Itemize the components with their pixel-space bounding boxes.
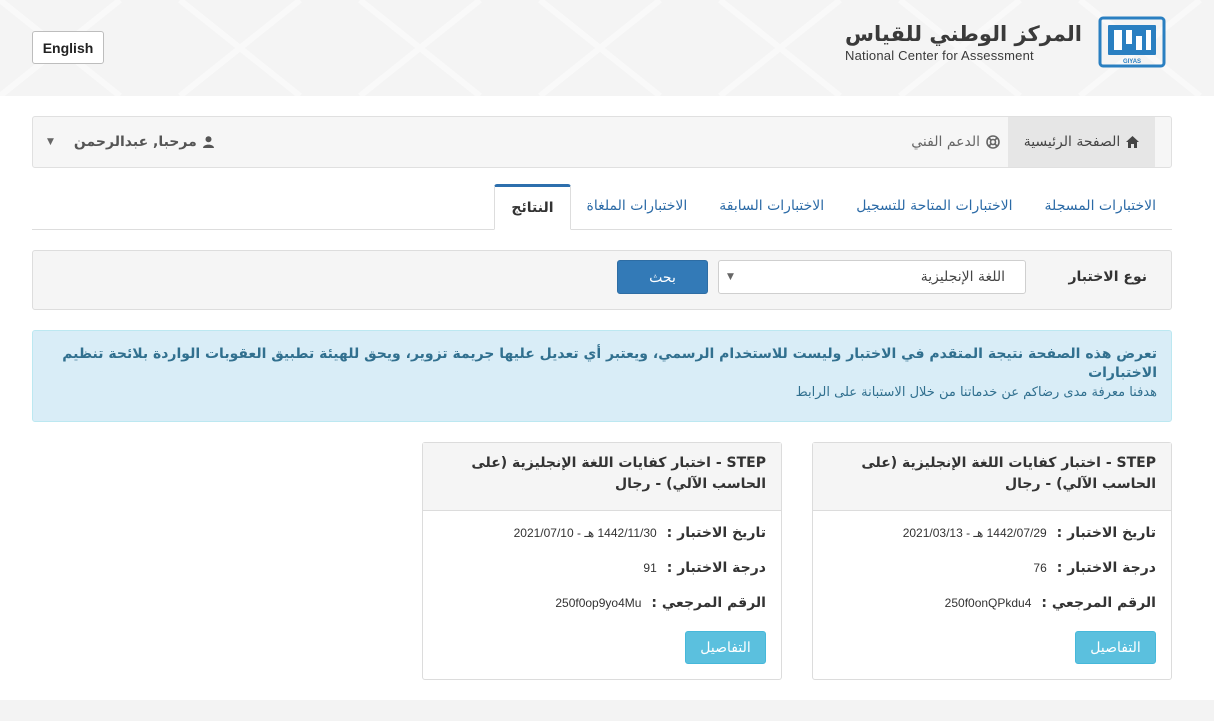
test-date-value: 1442/07/29 هـ - 2021/03/13 — [902, 526, 1047, 540]
result-card-title: STEP - اختبار كفايات اللغة الإنجليزية (ع… — [813, 443, 1171, 511]
details-button[interactable]: التفاصيل — [1075, 631, 1156, 664]
reference-number-value: 250f0onQPkdu4 — [944, 596, 1032, 610]
qiyas-logo-icon: GIYAS — [1098, 16, 1166, 68]
site-header: English المركز الوطني للقياس National Ce… — [0, 0, 1214, 96]
test-grade-row: درجة الاختبار : 76 — [1033, 560, 1156, 576]
brand-name-english: National Center for Assessment — [845, 48, 1034, 64]
user-greeting: مرحبا, عبدالرحمن — [73, 134, 197, 150]
brand-text: المركز الوطني للقياس National Center for… — [845, 21, 1082, 63]
tab-available-registration[interactable]: الاختبارات المتاحة للتسجيل — [840, 183, 1028, 229]
brand-name-arabic: المركز الوطني للقياس — [845, 21, 1082, 46]
test-date-label: تاريخ الاختبار : — [1056, 525, 1156, 541]
reference-number-label: الرقم المرجعي : — [1041, 595, 1156, 611]
user-menu-dropdown[interactable]: ▼ مرحبا, عبدالرحمن — [47, 117, 214, 167]
test-grade-value: 91 — [643, 561, 657, 575]
test-date-row: تاريخ الاختبار : 1442/11/30 هـ - 2021/07… — [514, 525, 766, 541]
home-icon — [1126, 136, 1140, 148]
test-type-select[interactable]: اللغة الإنجليزية ▼ — [718, 260, 1026, 294]
filter-panel: نوع الاختبار اللغة الإنجليزية ▼ بحث — [32, 250, 1172, 310]
test-grade-row: درجة الاختبار : 91 — [643, 560, 766, 576]
reference-number-value: 250f0op9yo4Mu — [555, 596, 642, 610]
chevron-down-icon: ▼ — [727, 272, 734, 282]
brand[interactable]: المركز الوطني للقياس National Center for… — [845, 16, 1166, 68]
test-grade-label: درجة الاختبار : — [1056, 560, 1156, 576]
details-button[interactable]: التفاصيل — [685, 631, 766, 664]
test-date-value: 1442/11/30 هـ - 2021/07/10 — [513, 526, 657, 540]
result-card: STEP - اختبار كفايات اللغة الإنجليزية (ع… — [812, 442, 1172, 680]
alert-message: تعرض هذه الصفحة نتيجة المتقدم في الاختبا… — [62, 346, 1157, 381]
reference-number-label: الرقم المرجعي : — [651, 595, 766, 611]
result-card: STEP - اختبار كفايات اللغة الإنجليزية (ع… — [422, 442, 782, 680]
user-icon — [202, 136, 214, 148]
search-button[interactable]: بحث — [617, 260, 708, 294]
nav-home-link[interactable]: الصفحة الرئيسية — [1008, 117, 1155, 167]
result-card-title: STEP - اختبار كفايات اللغة الإنجليزية (ع… — [423, 443, 781, 511]
reference-number-row: الرقم المرجعي : 250f0onQPkdu4 — [945, 595, 1156, 611]
footer-strip — [0, 700, 1214, 721]
tab-results[interactable]: النتائج — [494, 184, 571, 230]
tab-registered-tests[interactable]: الاختبارات المسجلة — [1029, 183, 1172, 229]
caret-down-icon: ▼ — [47, 137, 54, 147]
tab-previous-tests[interactable]: الاختبارات السابقة — [703, 183, 840, 229]
test-grade-label: درجة الاختبار : — [666, 560, 766, 576]
reference-number-row: الرقم المرجعي : 250f0op9yo4Mu — [555, 595, 766, 611]
test-date-label: تاريخ الاختبار : — [666, 525, 766, 541]
test-type-label: نوع الاختبار — [1068, 269, 1147, 285]
info-alert: تعرض هذه الصفحة نتيجة المتقدم في الاختبا… — [32, 330, 1172, 422]
survey-link[interactable]: هدفنا معرفة مدى رضاكم عن خدماتنا من خلال… — [47, 383, 1157, 403]
english-language-button[interactable]: English — [32, 31, 104, 64]
nav-home-label: الصفحة الرئيسية — [1023, 134, 1121, 150]
nav-support-label: الدعم الفني — [911, 134, 980, 150]
lifebuoy-icon — [986, 135, 1000, 149]
test-type-selected: اللغة الإنجليزية — [920, 269, 1005, 285]
logo-text: GIYAS — [1123, 59, 1141, 65]
test-date-row: تاريخ الاختبار : 1442/07/29 هـ - 2021/03… — [903, 525, 1156, 541]
top-navbar: الصفحة الرئيسية الدعم الفني ▼ مرحبا, عبد… — [32, 116, 1172, 168]
results-tabs: الاختبارات المسجلة الاختبارات المتاحة لل… — [32, 184, 1172, 230]
tab-cancelled-tests[interactable]: الاختبارات الملغاة — [571, 183, 704, 229]
nav-support-link[interactable]: الدعم الفني — [911, 117, 1000, 167]
test-grade-value: 76 — [1033, 561, 1047, 575]
